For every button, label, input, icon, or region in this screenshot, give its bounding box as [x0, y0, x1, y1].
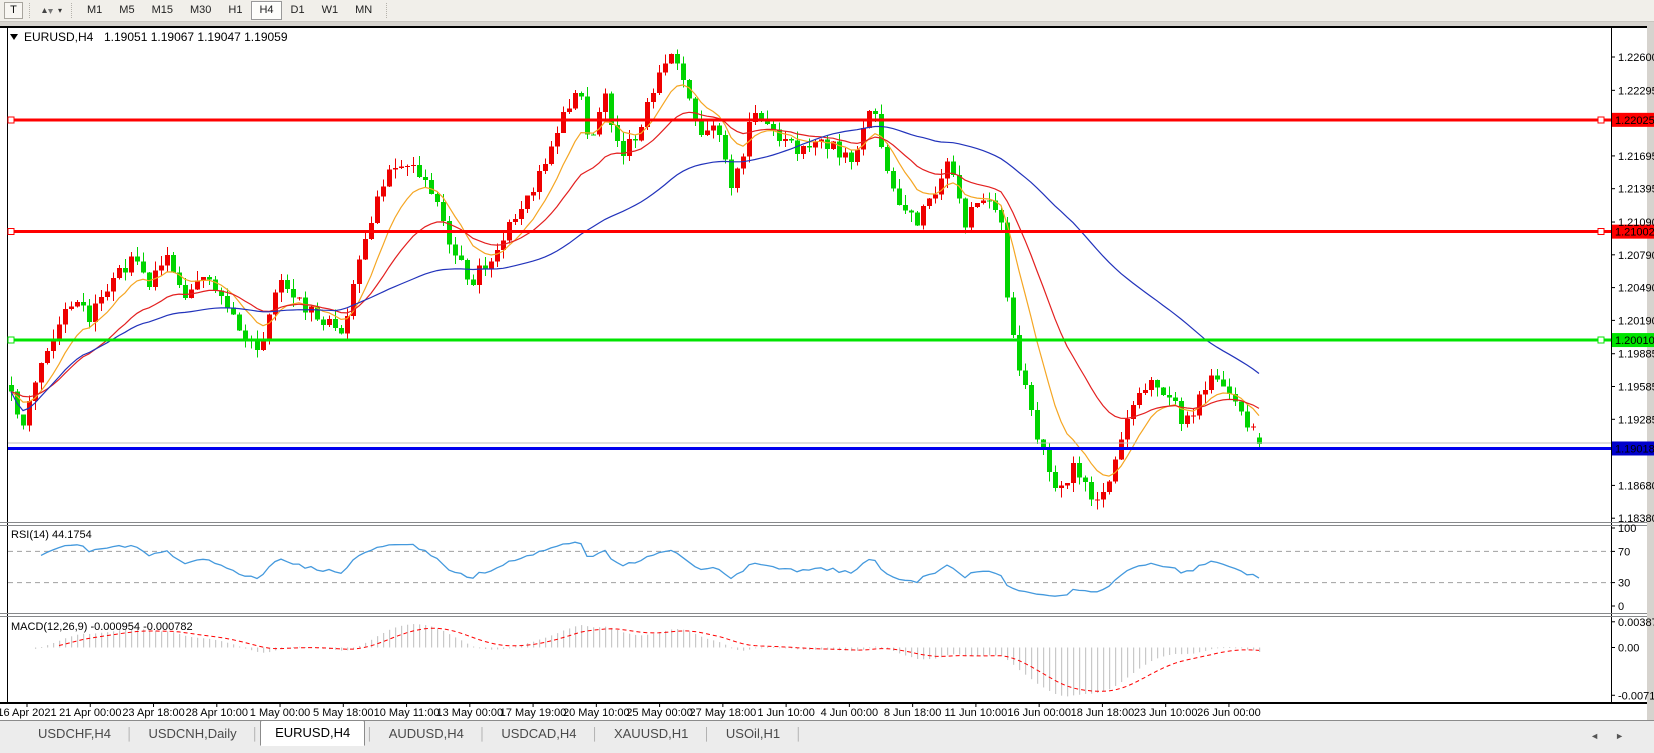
chart-tabs-bar: USDCHF,H4 │ USDCNH,Daily │ EURUSD,H4 │ AUDUSD,… — [0, 720, 1654, 753]
time-tick-label: 20 May 10:00 — [563, 707, 630, 719]
time-tick-label: 11 Jun 10:00 — [945, 707, 1008, 719]
price-tick-label: 1.20790 — [1618, 250, 1654, 262]
time-tick-label: 23 Jun 10:00 — [1134, 707, 1198, 719]
time-tick-label: 16 Jun 00:00 — [1007, 707, 1071, 719]
chart-canvas[interactable]: 1.220251.210021.200101.190181.226001.222… — [0, 0, 1654, 753]
resistance-1-price-label: 1.22025 — [1615, 115, 1654, 127]
time-tick-label: 13 May 00:00 — [436, 707, 503, 719]
tab-usdcad-h4[interactable]: USDCAD,H4 — [487, 722, 590, 746]
price-tick-label: 1.21395 — [1618, 184, 1654, 196]
tab-eurusd-h4[interactable]: EURUSD,H4 — [260, 720, 366, 746]
chevron-down-icon: ▾ — [58, 5, 63, 15]
price-tick-label: 1.19585 — [1618, 382, 1654, 394]
macd-indicator-label: MACD(12,26,9) -0.000954 -0.000782 — [11, 621, 193, 633]
price-tick-label: 1.20490 — [1618, 283, 1654, 295]
time-tick-label: 28 Apr 10:00 — [186, 707, 248, 719]
rsi-scale-label: 70 — [1618, 546, 1630, 558]
support-1-price-label: 1.20010 — [1615, 335, 1654, 347]
double-arrow-icon — [42, 7, 53, 14]
tab-xauusd-h1[interactable]: XAUUSD,H1 — [600, 722, 702, 746]
timeframe-m5-button[interactable]: M5 — [111, 1, 142, 20]
macd-scale-label: -0.007195 — [1618, 690, 1654, 702]
chart-mode-button[interactable]: ▾ — [37, 2, 65, 20]
timeframe-w1-button[interactable]: W1 — [314, 1, 347, 20]
tab-separator: │ — [703, 727, 711, 741]
time-tick-label: 1 Jun 10:00 — [757, 707, 815, 719]
text-tool-button[interactable]: T — [4, 2, 23, 19]
time-tick-label: 23 Apr 18:00 — [122, 707, 184, 719]
timeframe-mn-button[interactable]: MN — [347, 1, 380, 20]
time-tick-label: 17 May 19:00 — [500, 707, 567, 719]
chart-quotes-label: 1.19051 1.19067 1.19047 1.19059 — [104, 30, 288, 44]
rsi-scale-label: 0 — [1618, 601, 1624, 613]
tab-separator: │ — [795, 727, 803, 741]
timeframe-m15-button[interactable]: M15 — [144, 1, 181, 20]
tab-separator: │ — [366, 727, 374, 741]
price-tick-label: 1.22600 — [1618, 52, 1654, 64]
tabs-scroll-right-icon[interactable]: ► — [1615, 731, 1624, 741]
tab-usoil-h1[interactable]: USOil,H1 — [712, 722, 794, 746]
price-tick-label: 1.19285 — [1618, 414, 1654, 426]
timeframe-d1-button[interactable]: D1 — [283, 1, 313, 20]
rsi-scale-label: 30 — [1618, 578, 1630, 590]
tab-separator: │ — [478, 727, 487, 741]
time-tick-label: 1 May 00:00 — [250, 707, 311, 719]
macd-scale-label: 0.00 — [1618, 643, 1639, 655]
toolbar-separator — [29, 3, 31, 18]
time-tick-label: 4 Jun 00:00 — [821, 707, 879, 719]
tab-separator: │ — [125, 727, 134, 741]
timeframe-h4-button[interactable]: H4 — [251, 1, 282, 20]
time-tick-label: 18 Jun 18:00 — [1071, 707, 1135, 719]
tab-usdcnh-daily[interactable]: USDCNH,Daily — [134, 722, 250, 746]
macd-scale-label: 0.003873 — [1618, 617, 1654, 629]
price-tick-label: 1.21695 — [1618, 151, 1654, 163]
chart-symbol-label: EURUSD,H4 — [24, 30, 94, 44]
price-tick-label: 1.22295 — [1618, 85, 1654, 97]
rsi-scale-label: 100 — [1618, 523, 1636, 535]
tab-usdchf-h4[interactable]: USDCHF,H4 — [24, 722, 125, 746]
rsi-indicator-label: RSI(14) 44.1754 — [11, 529, 92, 541]
tab-separator: │ — [251, 727, 260, 741]
timeframe-m1-button[interactable]: M1 — [79, 1, 110, 20]
time-tick-label: 21 Apr 00:00 — [59, 707, 121, 719]
time-tick-label: 27 May 18:00 — [690, 707, 757, 719]
toolbar-separator — [71, 3, 73, 18]
mt4-window: T ▾ M1 M5 M15 M30 H1 H4 D1 W1 MN 1.22025 1.21002 1… — [0, 0, 1654, 753]
chart-tabs: USDCHF,H4 │ USDCNH,Daily │ EURUSD,H4 │ AUDUSD,… — [24, 720, 1654, 746]
time-tick-label: 16 Apr 2021 — [0, 707, 57, 719]
timeframe-group: M1 M5 M15 M30 H1 H4 D1 W1 MN — [79, 1, 380, 20]
price-axis: 1.220251.210021.200101.190181.226001.222… — [1611, 52, 1654, 525]
time-tick-label: 10 May 11:00 — [374, 707, 440, 719]
bid-line-price-label: 1.19018 — [1615, 443, 1654, 455]
timeframe-m30-button[interactable]: M30 — [182, 1, 219, 20]
tab-audusd-h4[interactable]: AUDUSD,H4 — [375, 722, 478, 746]
price-tick-label: 1.18680 — [1618, 480, 1654, 492]
time-tick-label: 25 May 00:00 — [626, 707, 693, 719]
price-tick-label: 1.21090 — [1618, 217, 1654, 229]
toolbar-separator — [386, 3, 388, 18]
price-tick-label: 1.19885 — [1618, 349, 1654, 361]
tabs-scroll-left-icon[interactable]: ◄ — [1590, 731, 1599, 741]
time-tick-label: 8 Jun 18:00 — [884, 707, 942, 719]
time-tick-label: 5 May 18:00 — [313, 707, 374, 719]
time-tick-label: 26 Jun 00:00 — [1197, 707, 1261, 719]
tab-separator: │ — [591, 727, 599, 741]
timeframe-h1-button[interactable]: H1 — [220, 1, 250, 20]
toolbar: T ▾ M1 M5 M15 M30 H1 H4 D1 W1 MN — [0, 0, 1654, 22]
price-tick-label: 1.20190 — [1618, 315, 1654, 327]
